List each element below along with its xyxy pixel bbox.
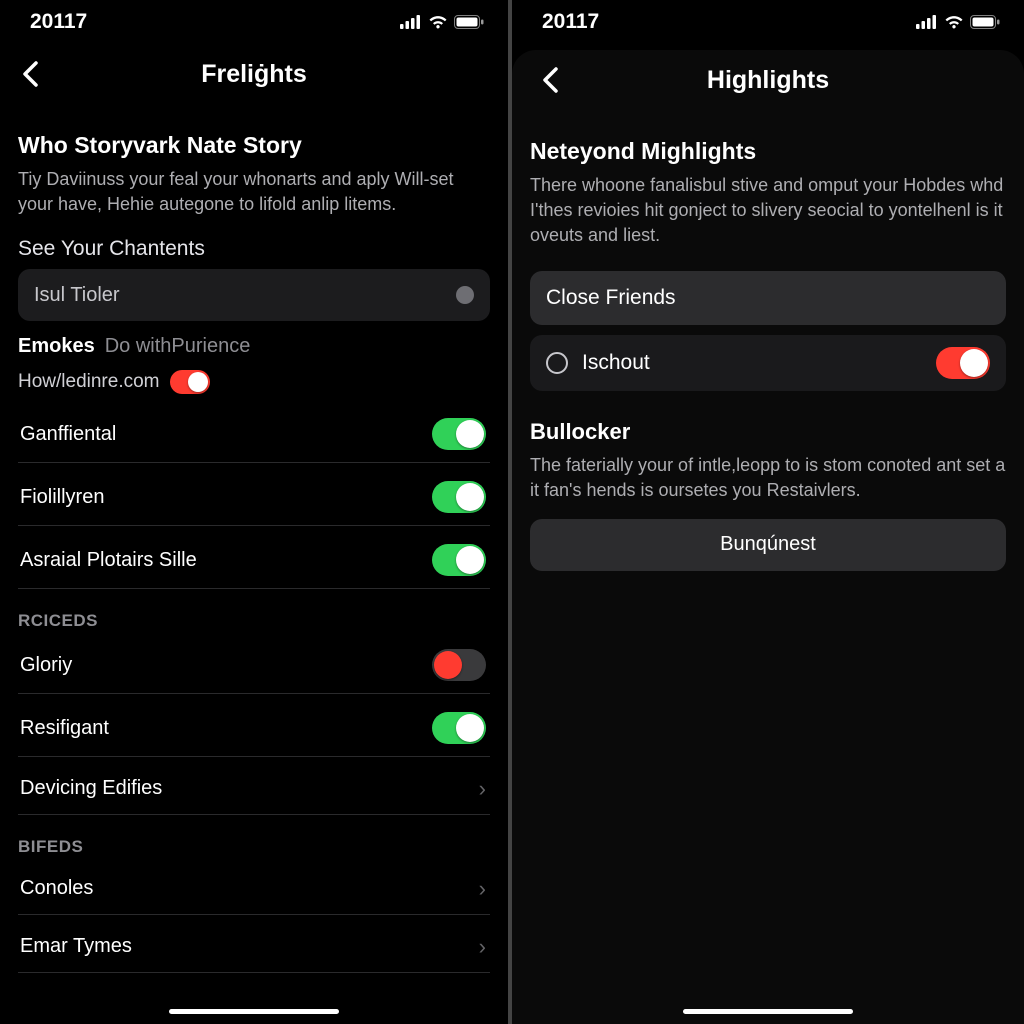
radio-indicator-icon bbox=[456, 286, 474, 304]
nav-bar: Highlights bbox=[530, 50, 1006, 110]
content-area: Highlights Neteyond Mighlights There who… bbox=[512, 50, 1024, 1024]
toggle-ischout[interactable] bbox=[936, 347, 990, 379]
cell-label: Emar Tymes bbox=[20, 935, 132, 958]
chevron-right-icon: › bbox=[479, 934, 486, 960]
section-neteyond: Neteyond Mighlights There whoone fanalis… bbox=[530, 138, 1006, 249]
emokes-label: Emokes bbox=[18, 335, 95, 358]
section-heading: Who Storyvark Nate Story bbox=[18, 132, 490, 159]
phone-left: 20117 Freliġhts Who Storyvark Nate Story… bbox=[0, 0, 512, 1024]
cell-gloriy[interactable]: Gloriy bbox=[18, 637, 490, 694]
section-heading-bifeds: BIFEDS bbox=[18, 837, 490, 857]
cell-label: Gloriy bbox=[20, 654, 72, 677]
cell-label: Devicing Edifies bbox=[20, 777, 162, 800]
chevron-left-icon bbox=[22, 61, 38, 87]
emokes-link-text: How/ledinre.com bbox=[18, 371, 160, 393]
back-button[interactable] bbox=[10, 54, 50, 94]
cell-conoles[interactable]: Conoles › bbox=[18, 863, 490, 915]
wifi-icon bbox=[944, 15, 964, 29]
option-close-friends[interactable]: Close Friends bbox=[530, 271, 1006, 325]
status-icons bbox=[916, 15, 1000, 29]
home-indicator[interactable] bbox=[169, 1009, 339, 1014]
cell-label: Resifigant bbox=[20, 717, 109, 740]
cellular-icon bbox=[916, 15, 938, 29]
cellular-icon bbox=[400, 15, 422, 29]
cell-label: Isul Tioler bbox=[34, 284, 120, 307]
page-title: Highlights bbox=[530, 66, 1006, 95]
radio-outline-icon bbox=[546, 352, 568, 374]
home-indicator[interactable] bbox=[683, 1009, 853, 1014]
phone-right: 20117 Highlights Neteyond Mighlights The… bbox=[512, 0, 1024, 1024]
subheading-chantents: See Your Chantents bbox=[18, 237, 490, 261]
status-time: 20117 bbox=[30, 10, 87, 34]
status-time: 20117 bbox=[542, 10, 599, 34]
toggle-fiolillyren[interactable] bbox=[432, 481, 486, 513]
button-label: Bunqúnest bbox=[720, 533, 816, 556]
battery-icon bbox=[454, 15, 484, 29]
option-label: Close Friends bbox=[546, 286, 676, 310]
cell-asraial[interactable]: Asraial Plotairs Sille bbox=[18, 532, 490, 589]
battery-icon bbox=[970, 15, 1000, 29]
row-emokes-header: Emokes Do withPurience bbox=[18, 335, 490, 358]
section-heading-rciceds: RCICEDS bbox=[18, 611, 490, 631]
section-description-bullocker: The faterially your of intle,leopp to is… bbox=[530, 453, 1006, 503]
bunqunest-button[interactable]: Bunqúnest bbox=[530, 519, 1006, 571]
chevron-right-icon: › bbox=[479, 776, 486, 802]
cell-ganffiental[interactable]: Ganffiental bbox=[18, 406, 490, 463]
wifi-icon bbox=[428, 15, 448, 29]
cell-label: Fiolillyren bbox=[20, 486, 104, 509]
content-area: Who Storyvark Nate Story Tiy Daviinuss y… bbox=[0, 104, 508, 1024]
toggle-gloriy[interactable] bbox=[432, 649, 486, 681]
section-description: Tiy Daviinuss your feal your whonarts an… bbox=[18, 167, 490, 217]
toggle-emokes-link[interactable] bbox=[170, 370, 210, 394]
option-ischout[interactable]: Ischout bbox=[530, 335, 1006, 391]
status-bar: 20117 bbox=[0, 0, 508, 44]
chevron-right-icon: › bbox=[479, 876, 486, 902]
cell-fiolillyren[interactable]: Fiolillyren bbox=[18, 469, 490, 526]
chevron-left-icon bbox=[542, 67, 558, 93]
status-icons bbox=[400, 15, 484, 29]
cell-isul-tioler[interactable]: Isul Tioler bbox=[18, 269, 490, 321]
toggle-resifigant[interactable] bbox=[432, 712, 486, 744]
cell-emar-tymes[interactable]: Emar Tymes › bbox=[18, 921, 490, 973]
nav-bar: Freliġhts bbox=[0, 44, 508, 104]
cell-label: Asraial Plotairs Sille bbox=[20, 549, 197, 572]
status-bar: 20117 bbox=[512, 0, 1024, 44]
section-who-story: Who Storyvark Nate Story Tiy Daviinuss y… bbox=[18, 132, 490, 217]
option-label: Ischout bbox=[582, 351, 650, 375]
section-heading: Neteyond Mighlights bbox=[530, 138, 1006, 165]
page-title: Freliġhts bbox=[0, 60, 508, 89]
section-description: There whoone fanalisbul stive and omput … bbox=[530, 173, 1006, 249]
cell-devicing-edifies[interactable]: Devicing Edifies › bbox=[18, 763, 490, 815]
emokes-sublabel: Do withPurience bbox=[105, 335, 251, 358]
cell-resifigant[interactable]: Resifigant bbox=[18, 700, 490, 757]
toggle-ganffiental[interactable] bbox=[432, 418, 486, 450]
section-heading-bullocker: Bullocker bbox=[530, 419, 1006, 445]
row-emokes-link: How/ledinre.com bbox=[18, 370, 490, 394]
back-button[interactable] bbox=[530, 60, 570, 100]
cell-label: Conoles bbox=[20, 877, 93, 900]
toggle-asraial[interactable] bbox=[432, 544, 486, 576]
cell-label: Ganffiental bbox=[20, 423, 116, 446]
